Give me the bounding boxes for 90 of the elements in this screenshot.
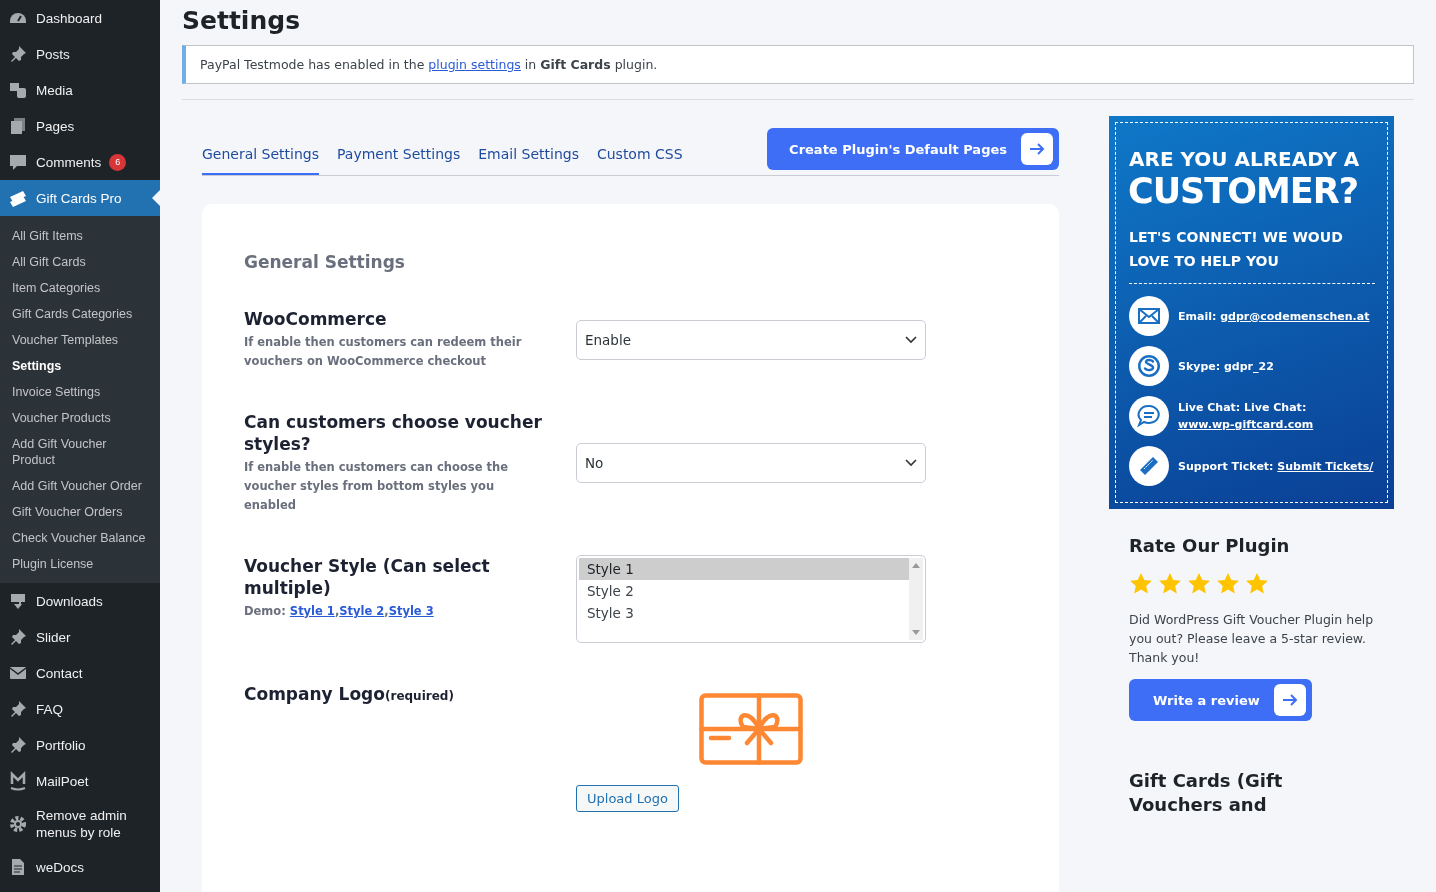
contact-link[interactable]: www.wp-giftcard.com bbox=[1178, 418, 1314, 431]
sidebar-item[interactable]: FAQ bbox=[0, 691, 160, 727]
field-label: WooCommerce bbox=[244, 308, 388, 330]
settings-tab[interactable]: General Settings bbox=[202, 138, 320, 175]
notice-text: PayPal Testmode has enabled in the plugin settings in Gift Cards plugin. bbox=[200, 57, 659, 72]
upload-logo-button[interactable]: Upload Logo bbox=[576, 785, 679, 812]
submenu-item[interactable]: Item Categories bbox=[0, 275, 160, 301]
write-review-button[interactable]: Write a review bbox=[1129, 679, 1312, 721]
submenu-item[interactable]: Voucher Products bbox=[0, 405, 160, 431]
field-label: Can customers choose voucher styles? bbox=[244, 411, 543, 455]
scrollbar[interactable] bbox=[909, 558, 923, 640]
sidebar-item[interactable]: Remove admin menus by role bbox=[0, 799, 160, 849]
scroll-down-icon[interactable] bbox=[912, 630, 920, 636]
arrow-right-icon bbox=[1273, 684, 1306, 716]
sidebar-item[interactable]: Pages bbox=[0, 108, 160, 144]
demo-link[interactable]: Style 1 bbox=[289, 604, 335, 618]
demo-link[interactable]: Style 2 bbox=[339, 604, 385, 618]
rating-text: Did WordPress Gift Voucher Plugin help you out? Please leave a 5-star review. Thank you! bbox=[1129, 611, 1374, 667]
ticket-icon bbox=[1129, 446, 1169, 486]
sidebar-item[interactable]: Media bbox=[0, 72, 160, 108]
submenu-item[interactable]: Add Gift Voucher Order bbox=[0, 473, 160, 499]
submenu-item[interactable]: Invoice Settings bbox=[0, 379, 160, 405]
submenu-item[interactable]: Gift Voucher Orders bbox=[0, 499, 160, 525]
settings-tab[interactable]: Email Settings bbox=[478, 138, 579, 175]
sidebar-item[interactable]: Gift Cards Pro bbox=[0, 180, 160, 216]
contact-text: Email: gdpr@codemenschen.at bbox=[1178, 308, 1370, 325]
star-icon bbox=[1129, 572, 1153, 596]
submenu-item[interactable]: All Gift Cards bbox=[0, 249, 160, 275]
sidebar-item[interactable]: Dashboard bbox=[0, 0, 160, 36]
submenu-item[interactable]: Plugin License bbox=[0, 551, 160, 577]
envelope-icon bbox=[1129, 296, 1169, 336]
section-title: General Settings bbox=[244, 252, 406, 272]
sidebar-item[interactable]: Downloads bbox=[0, 583, 160, 619]
contact-text: Skype: gdpr_22 bbox=[1178, 358, 1274, 375]
field-label: Company Logo(required) bbox=[244, 683, 455, 706]
submenu-item[interactable]: Settings bbox=[0, 353, 160, 379]
contact-link[interactable]: gdpr@codemenschen.at bbox=[1220, 309, 1370, 323]
arrow-right-icon bbox=[1021, 133, 1053, 165]
star-icon bbox=[1245, 572, 1269, 596]
sidebar-item[interactable]: Portfolio bbox=[0, 727, 160, 763]
settings-tab[interactable]: Payment Settings bbox=[337, 138, 461, 175]
promo-title: Gift Cards (Gift Vouchers and bbox=[1129, 769, 1284, 817]
sidebar-item[interactable]: Slider bbox=[0, 619, 160, 655]
field-description: If enable then customers can choose the voucher styles from bottom styles you enabled bbox=[244, 459, 509, 514]
pages-icon bbox=[8, 116, 28, 136]
star-icon bbox=[1216, 572, 1240, 596]
submenu-item[interactable]: Check Voucher Balance bbox=[0, 525, 160, 551]
submenu-item[interactable]: Add Gift Voucher Product bbox=[0, 431, 160, 473]
sidebar-item[interactable]: Comments 6 bbox=[0, 144, 160, 180]
sidebar-item[interactable]: Posts bbox=[0, 36, 160, 72]
chevron-down-icon bbox=[905, 335, 917, 344]
field-label: Voucher Style (Can select multiple) bbox=[244, 555, 491, 599]
download-icon bbox=[8, 591, 28, 611]
star-icon bbox=[1158, 572, 1182, 596]
list-option[interactable]: Style 2 bbox=[579, 580, 909, 602]
chevron-down-icon bbox=[905, 459, 917, 467]
submenu-item[interactable]: Voucher Templates bbox=[0, 327, 160, 353]
chat-bubble-icon bbox=[1129, 396, 1169, 436]
dropdown-field[interactable]: Enable bbox=[576, 319, 926, 360]
comment-icon bbox=[8, 152, 28, 172]
list-option[interactable]: Style 3 bbox=[579, 602, 909, 624]
scroll-up-icon[interactable] bbox=[912, 562, 920, 568]
demo-link[interactable]: Style 3 bbox=[388, 604, 434, 618]
dropdown-field[interactable]: No bbox=[576, 443, 926, 483]
create-pages-button[interactable]: Create Plugin's Default Pages bbox=[767, 128, 1059, 170]
skype-icon bbox=[1129, 346, 1169, 386]
style-listbox[interactable]: Style 1 Style 2 Style 3 bbox=[576, 555, 926, 643]
gift-card-logo-icon bbox=[699, 693, 803, 765]
settings-icon bbox=[8, 814, 28, 834]
contact-text: Support Ticket: Submit Tickets/ bbox=[1178, 458, 1374, 475]
settings-tab[interactable]: Custom CSS bbox=[596, 138, 683, 175]
demo-text: Demo: Style 1,Style 2,Style 3 bbox=[244, 603, 435, 620]
sidebar-item[interactable]: MailPoet bbox=[0, 763, 160, 799]
submenu-item[interactable]: All Gift Items bbox=[0, 223, 160, 249]
contact-text: Live Chat: Live Chat: www.wp-giftcard.com bbox=[1178, 400, 1315, 433]
rating-title: Rate Our Plugin bbox=[1129, 535, 1291, 556]
media-icon bbox=[8, 80, 28, 100]
list-option[interactable]: Style 1 bbox=[579, 558, 909, 580]
star-icon bbox=[1187, 572, 1211, 596]
submenu-item[interactable]: Gift Cards Categories bbox=[0, 301, 160, 327]
contact-subheading: LET'S CONNECT! WE WOUD LOVE TO HELP YOU bbox=[1129, 228, 1344, 271]
sidebar-item[interactable]: Contact bbox=[0, 655, 160, 691]
field-description: If enable then customers can redeem their vouchers on WooCommerce checkout bbox=[244, 334, 523, 370]
plugin-settings-link[interactable]: plugin settings bbox=[428, 57, 521, 72]
contact-heading: ARE YOU ALREADY A bbox=[1129, 147, 1361, 171]
count-badge: 6 bbox=[109, 153, 127, 171]
contact-heading: CUSTOMER? bbox=[1128, 171, 1359, 211]
sidebar-item[interactable]: weDocs bbox=[0, 849, 160, 885]
contact-link[interactable]: Submit Tickets/ bbox=[1277, 459, 1374, 473]
page-title: Settings bbox=[182, 6, 301, 35]
